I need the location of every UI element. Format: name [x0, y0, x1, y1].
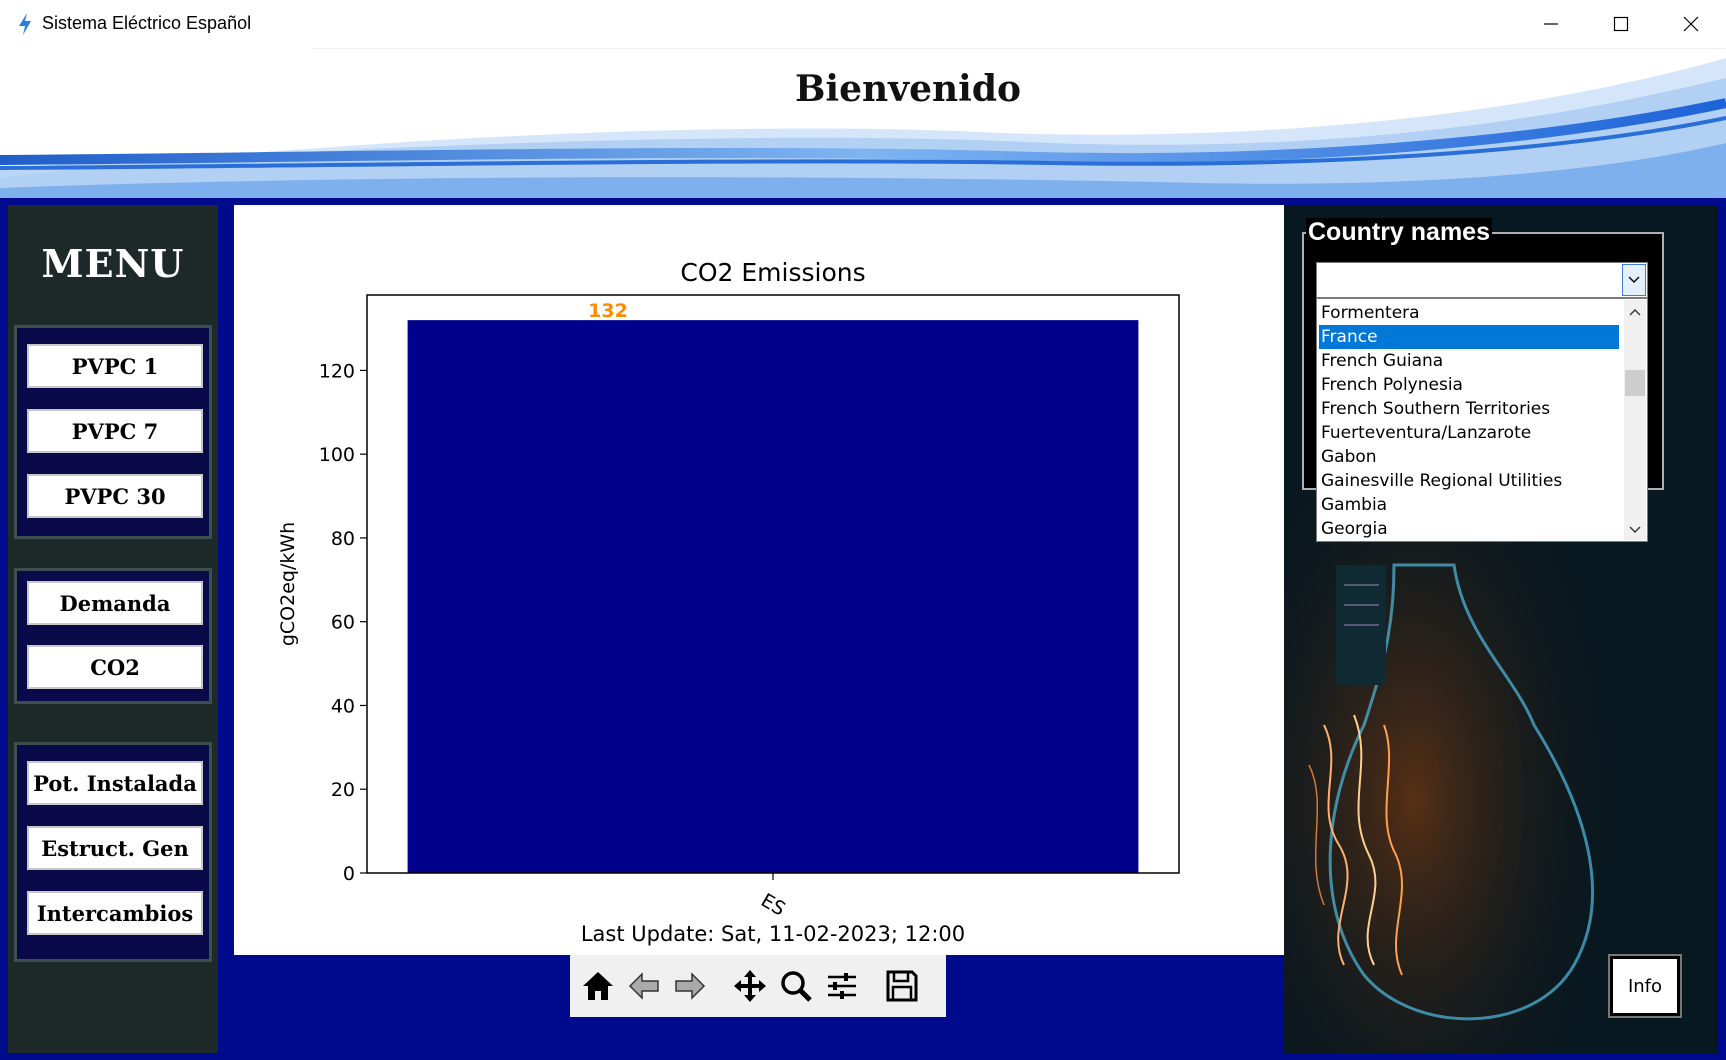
country-dropdown-list[interactable]: Formentera France French Guiana French Poly… — [1316, 298, 1648, 542]
y-tick-label: 0 — [343, 863, 355, 885]
country-option[interactable]: France — [1319, 325, 1619, 349]
chart-bar — [407, 320, 1139, 873]
plot-toolbar — [570, 955, 946, 1017]
page-title: Bienvenido — [794, 68, 1022, 110]
sidebar-menu: MENU PVPC 1 PVPC 7 PVPC 30 Demanda CO2 P… — [8, 205, 218, 1053]
scroll-up-icon[interactable] — [1629, 308, 1641, 316]
co2-bar-chart: CO2 Emissions 132 ES 0 20 40 60 80 100 120 gCO2eq/… — [277, 258, 1180, 946]
y-axis-label: gCO2eq/kWh — [277, 522, 299, 646]
minimize-button[interactable] — [1516, 0, 1586, 48]
menu-group-demand: Demanda CO2 — [14, 568, 212, 704]
chart-title: CO2 Emissions — [680, 258, 865, 287]
pvpc-1-button[interactable]: PVPC 1 — [27, 344, 203, 388]
country-option[interactable]: French Southern Territories — [1319, 397, 1619, 421]
back-button[interactable] — [622, 962, 666, 1010]
estruct-gen-button[interactable]: Estruct. Gen — [27, 826, 203, 870]
country-combobox[interactable] — [1316, 262, 1648, 298]
save-icon — [886, 970, 918, 1002]
intercambios-button[interactable]: Intercambios — [27, 891, 203, 935]
forward-arrow-icon — [675, 972, 706, 1000]
y-tick-label: 20 — [331, 779, 355, 801]
y-tick-label: 120 — [319, 360, 355, 382]
lightning-icon — [19, 13, 31, 35]
pan-button[interactable] — [728, 962, 772, 1010]
co2-button[interactable]: CO2 — [27, 645, 203, 689]
list-scrollbar[interactable] — [1624, 300, 1646, 540]
x-tick-label: ES — [757, 889, 789, 920]
y-tick-label: 60 — [331, 612, 355, 634]
pvpc-30-button[interactable]: PVPC 30 — [27, 474, 203, 518]
pan-icon — [734, 970, 766, 1002]
country-option[interactable]: Fuerteventura/Lanzarote — [1319, 421, 1619, 445]
save-button[interactable] — [880, 962, 924, 1010]
chart-panel: CO2 Emissions 132 ES 0 20 40 60 80 100 120 gCO2eq/… — [234, 205, 1284, 955]
home-icon — [583, 972, 613, 1000]
scroll-down-icon[interactable] — [1629, 526, 1641, 534]
country-option[interactable]: Georgia — [1319, 517, 1619, 541]
close-icon — [1683, 16, 1699, 32]
home-button[interactable] — [576, 962, 620, 1010]
configure-subplots-button[interactable] — [820, 962, 864, 1010]
menu-group-generation: Pot. Instalada Estruct. Gen Intercambios — [14, 742, 212, 962]
y-tick-label: 100 — [319, 444, 355, 466]
y-tick-label: 80 — [331, 528, 355, 550]
country-option[interactable]: French Polynesia — [1319, 373, 1619, 397]
country-option[interactable]: Gambia — [1319, 493, 1619, 517]
info-button[interactable]: Info — [1608, 954, 1682, 1018]
demanda-button[interactable]: Demanda — [27, 581, 203, 625]
pvpc-7-button[interactable]: PVPC 7 — [27, 409, 203, 453]
zoom-icon — [781, 971, 812, 1002]
zoom-button[interactable] — [774, 962, 818, 1010]
window-title: Sistema Eléctrico Español — [42, 13, 252, 33]
maximize-button[interactable] — [1586, 0, 1656, 48]
y-tick-label: 40 — [331, 695, 355, 717]
bar-data-label: 132 — [588, 300, 628, 322]
forward-button[interactable] — [668, 962, 712, 1010]
menu-group-pvpc: PVPC 1 PVPC 7 PVPC 30 — [14, 325, 212, 539]
window-titlebar: Sistema Eléctrico Español — [0, 0, 1726, 48]
country-names-label: Country names — [1306, 218, 1492, 247]
combobox-dropdown-button[interactable] — [1622, 264, 1646, 296]
back-arrow-icon — [628, 972, 659, 1000]
pot-instalada-button[interactable]: Pot. Instalada — [27, 761, 203, 805]
welcome-banner: Bienvenido — [0, 48, 1726, 198]
country-option[interactable]: Formentera — [1319, 301, 1619, 325]
minimize-icon — [1544, 23, 1558, 25]
configure-subplots-icon — [828, 973, 856, 999]
last-update-text: Last Update: Sat, 11-02-2023; 12:00 — [581, 922, 965, 946]
maximize-icon — [1613, 16, 1629, 32]
close-button[interactable] — [1656, 0, 1726, 48]
scroll-thumb[interactable] — [1625, 370, 1645, 396]
menu-title: MENU — [41, 241, 185, 286]
country-option[interactable]: Gabon — [1319, 445, 1619, 469]
country-option[interactable]: French Guiana — [1319, 349, 1619, 373]
country-option[interactable]: Gainesville Regional Utilities — [1319, 469, 1619, 493]
chevron-down-icon — [1628, 276, 1640, 283]
